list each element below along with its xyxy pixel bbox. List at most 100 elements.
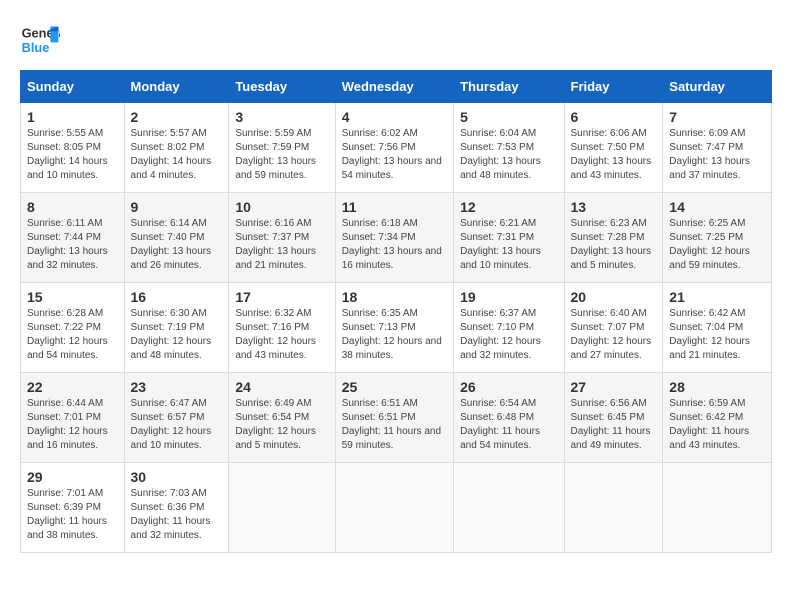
column-header-wednesday: Wednesday <box>335 71 453 103</box>
calendar-cell: 14 Sunrise: 6:25 AM Sunset: 7:25 PM Dayl… <box>663 193 772 283</box>
column-header-monday: Monday <box>124 71 229 103</box>
day-info: Sunrise: 6:06 AM Sunset: 7:50 PM Dayligh… <box>571 127 657 183</box>
column-header-sunday: Sunday <box>21 71 125 103</box>
logo-icon: General Blue <box>20 20 60 60</box>
calendar-cell: 1 Sunrise: 5:55 AM Sunset: 8:05 PM Dayli… <box>21 103 125 193</box>
day-info: Sunrise: 6:32 AM Sunset: 7:16 PM Dayligh… <box>235 307 328 363</box>
day-number: 5 <box>460 109 557 125</box>
calendar-cell: 9 Sunrise: 6:14 AM Sunset: 7:40 PM Dayli… <box>124 193 229 283</box>
day-number: 20 <box>571 289 657 305</box>
calendar-cell: 26 Sunrise: 6:54 AM Sunset: 6:48 PM Dayl… <box>454 373 564 463</box>
calendar-week-row: 15 Sunrise: 6:28 AM Sunset: 7:22 PM Dayl… <box>21 283 772 373</box>
calendar-cell: 30 Sunrise: 7:03 AM Sunset: 6:36 PM Dayl… <box>124 463 229 553</box>
day-info: Sunrise: 6:44 AM Sunset: 7:01 PM Dayligh… <box>27 397 118 453</box>
day-info: Sunrise: 6:35 AM Sunset: 7:13 PM Dayligh… <box>342 307 447 363</box>
calendar-week-row: 29 Sunrise: 7:01 AM Sunset: 6:39 PM Dayl… <box>21 463 772 553</box>
page-header: General Blue <box>20 20 772 60</box>
calendar-cell <box>663 463 772 553</box>
day-info: Sunrise: 6:30 AM Sunset: 7:19 PM Dayligh… <box>131 307 223 363</box>
calendar-cell: 19 Sunrise: 6:37 AM Sunset: 7:10 PM Dayl… <box>454 283 564 373</box>
day-info: Sunrise: 6:51 AM Sunset: 6:51 PM Dayligh… <box>342 397 447 453</box>
day-info: Sunrise: 6:49 AM Sunset: 6:54 PM Dayligh… <box>235 397 328 453</box>
day-number: 23 <box>131 379 223 395</box>
calendar-cell <box>564 463 663 553</box>
day-info: Sunrise: 6:47 AM Sunset: 6:57 PM Dayligh… <box>131 397 223 453</box>
column-header-tuesday: Tuesday <box>229 71 335 103</box>
day-number: 21 <box>669 289 765 305</box>
day-info: Sunrise: 7:03 AM Sunset: 6:36 PM Dayligh… <box>131 487 223 543</box>
logo: General Blue <box>20 20 60 60</box>
calendar-cell: 6 Sunrise: 6:06 AM Sunset: 7:50 PM Dayli… <box>564 103 663 193</box>
calendar-cell: 3 Sunrise: 5:59 AM Sunset: 7:59 PM Dayli… <box>229 103 335 193</box>
day-number: 30 <box>131 469 223 485</box>
day-info: Sunrise: 6:11 AM Sunset: 7:44 PM Dayligh… <box>27 217 118 273</box>
day-number: 17 <box>235 289 328 305</box>
day-info: Sunrise: 7:01 AM Sunset: 6:39 PM Dayligh… <box>27 487 118 543</box>
day-number: 25 <box>342 379 447 395</box>
day-number: 2 <box>131 109 223 125</box>
day-number: 16 <box>131 289 223 305</box>
calendar-cell: 23 Sunrise: 6:47 AM Sunset: 6:57 PM Dayl… <box>124 373 229 463</box>
calendar-cell: 13 Sunrise: 6:23 AM Sunset: 7:28 PM Dayl… <box>564 193 663 283</box>
day-number: 1 <box>27 109 118 125</box>
day-info: Sunrise: 6:25 AM Sunset: 7:25 PM Dayligh… <box>669 217 765 273</box>
day-number: 10 <box>235 199 328 215</box>
day-info: Sunrise: 5:59 AM Sunset: 7:59 PM Dayligh… <box>235 127 328 183</box>
day-number: 19 <box>460 289 557 305</box>
day-number: 12 <box>460 199 557 215</box>
calendar-cell: 25 Sunrise: 6:51 AM Sunset: 6:51 PM Dayl… <box>335 373 453 463</box>
calendar-cell: 12 Sunrise: 6:21 AM Sunset: 7:31 PM Dayl… <box>454 193 564 283</box>
day-number: 6 <box>571 109 657 125</box>
day-info: Sunrise: 6:28 AM Sunset: 7:22 PM Dayligh… <box>27 307 118 363</box>
calendar-cell: 18 Sunrise: 6:35 AM Sunset: 7:13 PM Dayl… <box>335 283 453 373</box>
calendar-week-row: 22 Sunrise: 6:44 AM Sunset: 7:01 PM Dayl… <box>21 373 772 463</box>
calendar-cell: 11 Sunrise: 6:18 AM Sunset: 7:34 PM Dayl… <box>335 193 453 283</box>
calendar-cell: 28 Sunrise: 6:59 AM Sunset: 6:42 PM Dayl… <box>663 373 772 463</box>
day-number: 3 <box>235 109 328 125</box>
calendar-week-row: 8 Sunrise: 6:11 AM Sunset: 7:44 PM Dayli… <box>21 193 772 283</box>
calendar-cell: 21 Sunrise: 6:42 AM Sunset: 7:04 PM Dayl… <box>663 283 772 373</box>
column-header-saturday: Saturday <box>663 71 772 103</box>
day-info: Sunrise: 5:57 AM Sunset: 8:02 PM Dayligh… <box>131 127 223 183</box>
calendar-cell: 24 Sunrise: 6:49 AM Sunset: 6:54 PM Dayl… <box>229 373 335 463</box>
calendar-cell: 22 Sunrise: 6:44 AM Sunset: 7:01 PM Dayl… <box>21 373 125 463</box>
day-number: 22 <box>27 379 118 395</box>
day-info: Sunrise: 6:42 AM Sunset: 7:04 PM Dayligh… <box>669 307 765 363</box>
svg-text:Blue: Blue <box>22 40 50 55</box>
calendar-header-row: SundayMondayTuesdayWednesdayThursdayFrid… <box>21 71 772 103</box>
day-info: Sunrise: 6:18 AM Sunset: 7:34 PM Dayligh… <box>342 217 447 273</box>
day-number: 24 <box>235 379 328 395</box>
day-number: 8 <box>27 199 118 215</box>
calendar-cell: 2 Sunrise: 5:57 AM Sunset: 8:02 PM Dayli… <box>124 103 229 193</box>
day-info: Sunrise: 6:16 AM Sunset: 7:37 PM Dayligh… <box>235 217 328 273</box>
day-info: Sunrise: 6:09 AM Sunset: 7:47 PM Dayligh… <box>669 127 765 183</box>
day-number: 28 <box>669 379 765 395</box>
day-info: Sunrise: 6:40 AM Sunset: 7:07 PM Dayligh… <box>571 307 657 363</box>
calendar-cell: 4 Sunrise: 6:02 AM Sunset: 7:56 PM Dayli… <box>335 103 453 193</box>
calendar-cell: 7 Sunrise: 6:09 AM Sunset: 7:47 PM Dayli… <box>663 103 772 193</box>
day-number: 14 <box>669 199 765 215</box>
day-info: Sunrise: 5:55 AM Sunset: 8:05 PM Dayligh… <box>27 127 118 183</box>
day-number: 29 <box>27 469 118 485</box>
column-header-friday: Friday <box>564 71 663 103</box>
calendar-table: SundayMondayTuesdayWednesdayThursdayFrid… <box>20 70 772 553</box>
day-number: 9 <box>131 199 223 215</box>
calendar-cell: 29 Sunrise: 7:01 AM Sunset: 6:39 PM Dayl… <box>21 463 125 553</box>
calendar-cell <box>335 463 453 553</box>
calendar-cell <box>454 463 564 553</box>
day-info: Sunrise: 6:59 AM Sunset: 6:42 PM Dayligh… <box>669 397 765 453</box>
day-info: Sunrise: 6:02 AM Sunset: 7:56 PM Dayligh… <box>342 127 447 183</box>
day-number: 7 <box>669 109 765 125</box>
day-info: Sunrise: 6:14 AM Sunset: 7:40 PM Dayligh… <box>131 217 223 273</box>
day-info: Sunrise: 6:23 AM Sunset: 7:28 PM Dayligh… <box>571 217 657 273</box>
calendar-cell: 8 Sunrise: 6:11 AM Sunset: 7:44 PM Dayli… <box>21 193 125 283</box>
column-header-thursday: Thursday <box>454 71 564 103</box>
day-number: 11 <box>342 199 447 215</box>
day-number: 26 <box>460 379 557 395</box>
day-info: Sunrise: 6:54 AM Sunset: 6:48 PM Dayligh… <box>460 397 557 453</box>
day-number: 15 <box>27 289 118 305</box>
day-number: 18 <box>342 289 447 305</box>
calendar-cell: 16 Sunrise: 6:30 AM Sunset: 7:19 PM Dayl… <box>124 283 229 373</box>
day-number: 13 <box>571 199 657 215</box>
calendar-cell: 20 Sunrise: 6:40 AM Sunset: 7:07 PM Dayl… <box>564 283 663 373</box>
